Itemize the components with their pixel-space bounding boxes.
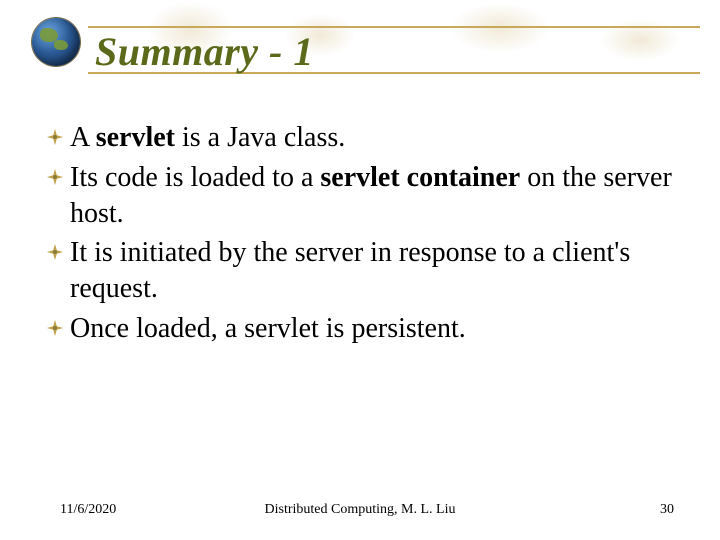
text-segment: is a Java class.: [175, 122, 345, 153]
slide-footer: 11/6/2020 Distributed Computing, M. L. L…: [0, 502, 720, 518]
bullet-text: Its code is loaded to a servlet containe…: [70, 160, 680, 232]
footer-page-number: 30: [660, 502, 674, 518]
compass-bullet-icon: [46, 168, 64, 186]
text-segment: A: [70, 122, 96, 153]
bold-segment: servlet: [96, 122, 175, 153]
globe-icon: [32, 18, 80, 66]
text-segment: Its code is loaded to a: [70, 162, 320, 193]
bullet-item: Its code is loaded to a servlet containe…: [46, 160, 680, 232]
bullet-text: A servlet is a Java class.: [70, 120, 345, 156]
footer-source: Distributed Computing, M. L. Liu: [265, 502, 456, 518]
bold-segment: servlet container: [320, 162, 520, 193]
text-segment: Once loaded, a servlet is persistent.: [70, 313, 466, 344]
footer-date: 11/6/2020: [60, 502, 116, 518]
compass-bullet-icon: [46, 243, 64, 261]
bullet-item: Once loaded, a servlet is persistent.: [46, 311, 680, 347]
bullet-item: A servlet is a Java class.: [46, 120, 680, 156]
bullet-item: It is initiated by the server in respons…: [46, 235, 680, 307]
compass-bullet-icon: [46, 319, 64, 337]
bullet-text: It is initiated by the server in respons…: [70, 235, 680, 307]
compass-bullet-icon: [46, 128, 64, 146]
slide-title: Summary - 1: [95, 28, 314, 75]
slide-body: A servlet is a Java class. Its code is l…: [46, 120, 680, 351]
text-segment: It is initiated by the server in respons…: [70, 237, 630, 304]
bullet-text: Once loaded, a servlet is persistent.: [70, 311, 466, 347]
